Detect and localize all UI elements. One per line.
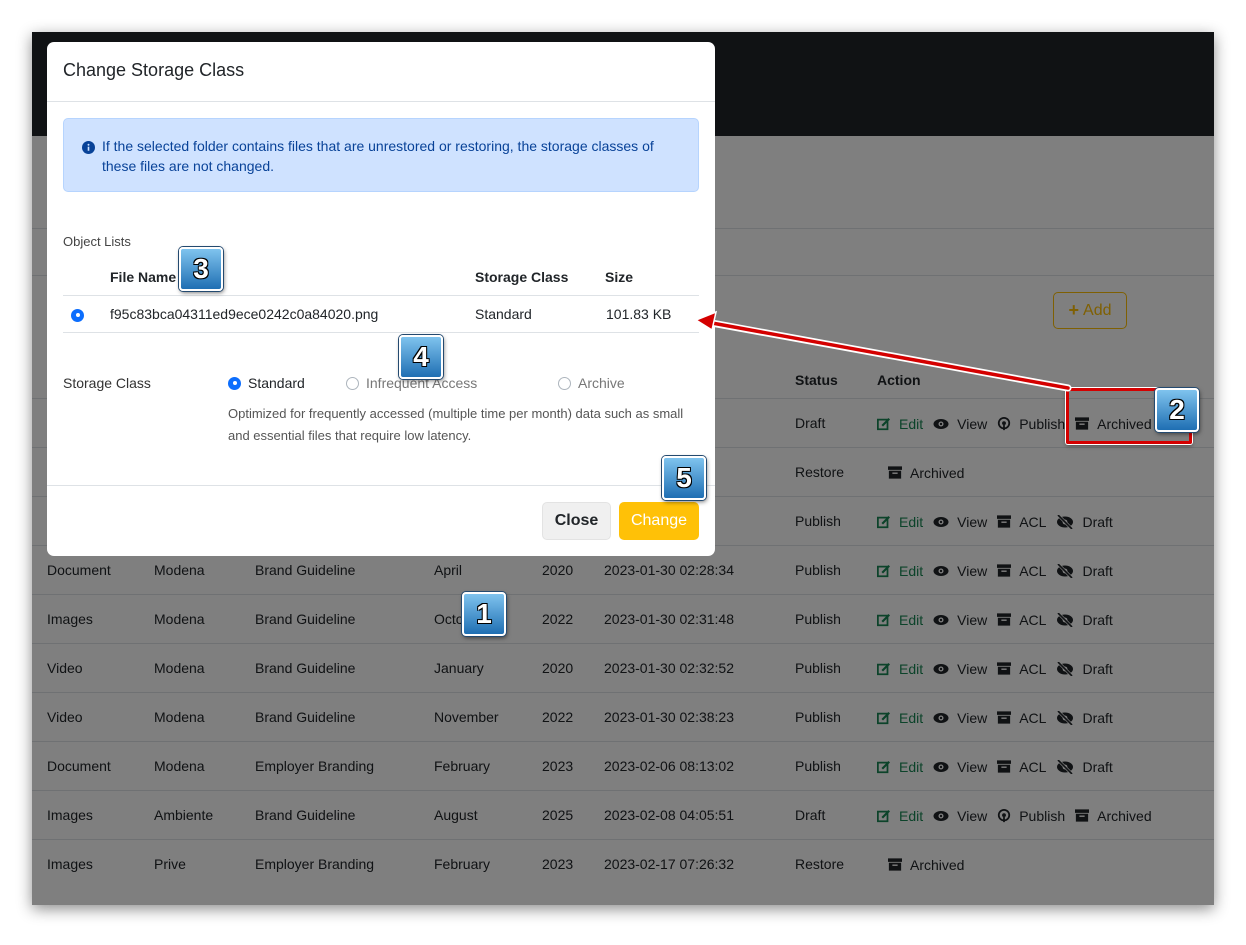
info-alert: If the selected folder contains files th…: [63, 118, 699, 192]
modal-header-divider: [47, 101, 715, 102]
storage-class-description: Optimized for frequently accessed (multi…: [228, 406, 684, 443]
object-row[interactable]: f95c83bca04311ed9ece0242c0a84020.png Sta…: [63, 295, 699, 333]
change-storage-class-modal: Change Storage Class If the selected fol…: [47, 42, 715, 556]
option-standard[interactable]: Standard: [228, 375, 305, 391]
callout-5: 5: [662, 456, 706, 500]
object-lists-label: Object Lists: [63, 234, 131, 249]
option-archive[interactable]: Archive: [558, 375, 625, 391]
change-button[interactable]: Change: [619, 502, 699, 540]
option-standard-label: Standard: [248, 375, 305, 391]
callout-1: 1: [462, 592, 506, 636]
alert-text: If the selected folder contains files th…: [102, 138, 654, 174]
object-storage-class: Standard: [475, 306, 532, 322]
modal-title: Change Storage Class: [63, 60, 245, 80]
modal-footer-divider: [47, 485, 715, 486]
storage-class-label: Storage Class: [63, 375, 151, 391]
infrequent-access-radio[interactable]: [346, 376, 359, 390]
callout-4: 4: [399, 335, 443, 379]
callout-3: 3: [179, 247, 223, 291]
info-icon: [82, 139, 95, 159]
option-archive-label: Archive: [578, 375, 625, 391]
storage-class-header: Storage Class: [475, 269, 569, 285]
object-size: 101.83 KB: [606, 306, 672, 322]
object-file-name: f95c83bca04311ed9ece0242c0a84020.png: [110, 306, 379, 322]
close-button[interactable]: Close: [542, 502, 611, 540]
file-name-header: File Name: [110, 269, 177, 285]
standard-radio[interactable]: [228, 376, 241, 390]
object-radio[interactable]: [71, 296, 84, 333]
callout-2: 2: [1155, 388, 1199, 432]
size-header: Size: [605, 269, 634, 285]
archive-radio[interactable]: [558, 376, 571, 390]
